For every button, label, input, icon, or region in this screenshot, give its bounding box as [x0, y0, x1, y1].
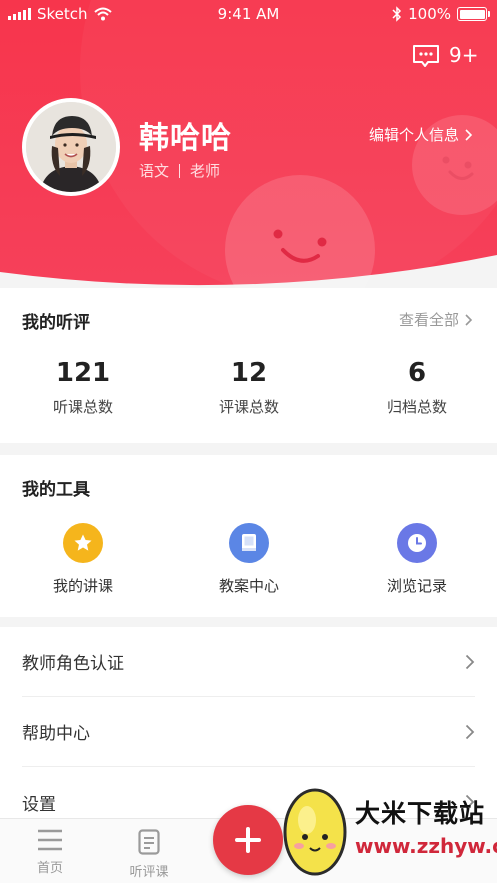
stat-value: 12 — [230, 358, 268, 388]
chevron-right-icon — [465, 313, 473, 326]
tool-label: 浏览记录 — [386, 577, 447, 595]
stat-label: 评课总数 — [218, 398, 279, 416]
tool-label: 教案中心 — [218, 577, 279, 595]
stat-value: 121 — [55, 358, 111, 388]
menu-item-label: 帮助中心 — [22, 724, 90, 744]
menu-item-help-center[interactable]: 帮助中心 — [22, 697, 475, 767]
bluetooth-icon — [392, 6, 402, 22]
battery-icon — [457, 7, 490, 21]
user-role: 老师 — [190, 162, 221, 180]
view-all-label: 查看全部 — [398, 311, 459, 329]
plus-icon — [235, 827, 261, 853]
stat-label: 归档总数 — [386, 398, 447, 416]
avatar-photo — [26, 102, 116, 192]
message-icon[interactable] — [412, 44, 440, 68]
clock-icon — [397, 523, 437, 563]
stat-lessons-attended[interactable]: 121 听课总数 — [13, 358, 153, 417]
star-icon — [63, 523, 103, 563]
stat-archived[interactable]: 6 归档总数 — [347, 358, 487, 417]
book-icon — [229, 523, 269, 563]
stat-value: 6 — [407, 358, 427, 388]
tab-home[interactable]: 首页 — [15, 829, 85, 876]
tab-label: 听评课 — [129, 865, 169, 880]
tab-review[interactable]: 听评课 — [114, 829, 184, 880]
add-button[interactable] — [213, 805, 283, 875]
chevron-right-icon — [465, 724, 475, 739]
tool-label: 我的讲课 — [52, 577, 113, 595]
user-meta: 语文 老师 — [139, 160, 220, 181]
chevron-right-icon — [465, 128, 473, 141]
stat-label: 听课总数 — [52, 398, 113, 416]
menu-item-label: 设置 — [22, 794, 56, 815]
tab-label: 首页 — [36, 861, 63, 876]
profile-page: Sketch 9:41 AM 100% 9+ 韩哈哈 语文 老师 编辑个人信息 … — [0, 0, 497, 883]
view-all-link[interactable]: 查看全部 — [399, 309, 473, 330]
profile-header: Sketch 9:41 AM 100% 9+ 韩哈哈 语文 老师 编辑个人信息 — [0, 0, 497, 300]
user-name: 韩哈哈 — [139, 121, 232, 156]
document-icon — [138, 829, 160, 855]
meta-divider — [179, 163, 181, 178]
menu-item-label: 教师角色认证 — [22, 654, 124, 674]
listening-card: 我的听评 查看全部 121 听课总数 12 评课总数 6 归档总数 — [0, 288, 497, 443]
status-right: 100% — [392, 5, 490, 23]
tools-card: 我的工具 我的讲课 教案中心 浏览记录 — [0, 455, 497, 617]
status-bar: Sketch 9:41 AM 100% — [0, 0, 497, 28]
tools-title: 我的工具 — [22, 480, 90, 500]
watermark: 大米下载站 www.zzhyw.com — [275, 782, 497, 883]
stat-lessons-reviewed[interactable]: 12 评课总数 — [179, 358, 319, 417]
battery-label: 100% — [408, 5, 451, 23]
tool-my-lectures[interactable]: 我的讲课 — [13, 523, 153, 596]
menu-item-teacher-verification[interactable]: 教师角色认证 — [22, 627, 475, 697]
avatar[interactable] — [22, 98, 120, 196]
watermark-url: www.zzhyw.com — [355, 834, 497, 858]
tool-browse-history[interactable]: 浏览记录 — [347, 523, 487, 596]
edit-profile-label: 编辑个人信息 — [368, 126, 459, 144]
listening-title: 我的听评 — [22, 313, 90, 333]
chevron-right-icon — [465, 654, 475, 669]
user-subject: 语文 — [139, 162, 170, 180]
watermark-logo — [283, 788, 347, 876]
message-count-badge[interactable]: 9+ — [449, 43, 478, 67]
home-icon — [38, 829, 62, 851]
tool-lesson-plans[interactable]: 教案中心 — [179, 523, 319, 596]
watermark-title: 大米下载站 — [355, 799, 486, 828]
edit-profile-link[interactable]: 编辑个人信息 — [369, 124, 473, 145]
